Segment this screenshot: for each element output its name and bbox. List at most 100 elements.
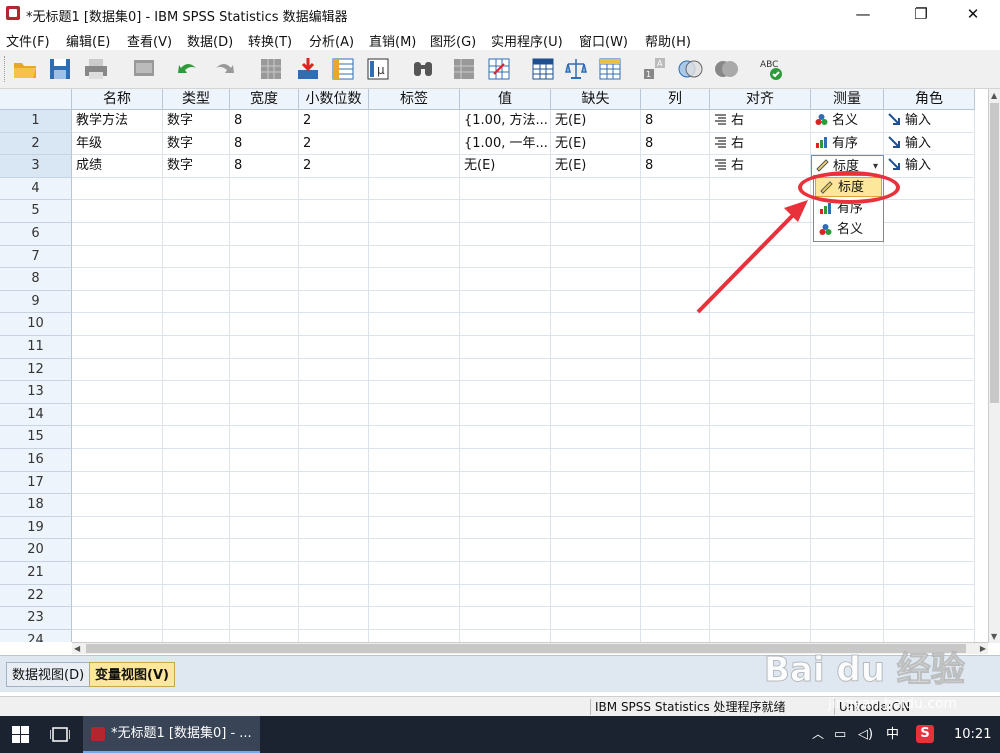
cell-type[interactable] [163,336,230,359]
cell-measure[interactable] [811,584,884,608]
cell-width[interactable] [230,629,299,642]
cell-type[interactable] [163,313,230,336]
row-header[interactable]: 15 [0,426,72,449]
menu-direct-marketing[interactable]: 直销(M) [369,31,416,50]
cell-width[interactable] [230,358,299,382]
cell-label[interactable] [369,471,460,495]
cell-label[interactable] [369,539,460,562]
cell-values[interactable] [460,539,551,562]
cell-width[interactable] [230,223,299,246]
cell-decimals[interactable] [299,290,369,314]
cell-measure[interactable] [811,290,884,314]
cell-columns[interactable]: 8 [641,155,710,178]
row-header[interactable]: 6 [0,223,72,246]
cell-values[interactable] [460,313,551,336]
cell-label[interactable] [369,516,460,540]
cell-type[interactable] [163,177,230,201]
cell-columns[interactable] [641,426,710,449]
column-header-columns[interactable]: 列 [641,89,710,110]
cell-missing[interactable] [551,562,641,585]
cell-name[interactable] [72,200,163,223]
cell-width[interactable] [230,584,299,608]
menu-view[interactable]: 查看(V) [127,31,172,50]
cell-align[interactable]: 右 [710,110,811,133]
split-file-icon[interactable] [530,56,556,82]
cell-width[interactable] [230,539,299,562]
cell-align[interactable] [710,449,811,472]
row-header[interactable]: 24 [0,629,72,642]
cell-role[interactable] [884,539,975,562]
cell-role[interactable] [884,494,975,517]
cell-columns[interactable] [641,358,710,382]
cell-missing[interactable] [551,313,641,336]
cell-missing[interactable] [551,539,641,562]
cell-name[interactable] [72,403,163,427]
cell-label[interactable] [369,584,460,608]
select-cases-icon[interactable] [597,56,623,82]
cell-type[interactable] [163,471,230,495]
cell-measure[interactable] [811,245,884,269]
cell-label[interactable] [369,245,460,269]
cell-label[interactable] [369,336,460,359]
redo-icon[interactable] [211,56,237,82]
cell-name[interactable] [72,336,163,359]
cell-values[interactable] [460,290,551,314]
tray-up-arrow-icon[interactable]: ︿ [812,716,824,753]
cell-width[interactable]: 8 [230,110,299,133]
menu-utilities[interactable]: 实用程序(U) [491,31,563,50]
cell-type[interactable]: 数字 [163,110,230,133]
cell-name[interactable] [72,449,163,472]
cell-align[interactable] [710,403,811,427]
cell-values[interactable] [460,200,551,223]
cell-measure[interactable] [811,607,884,630]
cell-columns[interactable] [641,336,710,359]
cell-missing[interactable] [551,268,641,291]
cell-missing[interactable] [551,177,641,201]
cell-name[interactable] [72,358,163,382]
cell-missing[interactable] [551,494,641,517]
cell-type[interactable] [163,223,230,246]
row-header[interactable]: 13 [0,381,72,404]
row-header[interactable]: 9 [0,290,72,314]
cell-values[interactable] [460,245,551,269]
row-header[interactable]: 16 [0,449,72,472]
cell-role[interactable] [884,516,975,540]
cell-width[interactable] [230,177,299,201]
cell-width[interactable] [230,313,299,336]
row-header[interactable]: 22 [0,584,72,608]
cell-decimals[interactable] [299,381,369,404]
row-header[interactable]: 3 [0,155,72,178]
cell-align[interactable] [710,562,811,585]
cell-missing[interactable] [551,449,641,472]
cell-columns[interactable] [641,584,710,608]
cell-align[interactable] [710,516,811,540]
cell-missing[interactable] [551,516,641,540]
cell-type[interactable] [163,584,230,608]
cell-role[interactable] [884,471,975,495]
cell-decimals[interactable] [299,494,369,517]
cell-measure[interactable]: 有序 [811,132,884,156]
cell-values[interactable] [460,494,551,517]
cell-label[interactable] [369,449,460,472]
cell-type[interactable] [163,449,230,472]
cell-measure[interactable] [811,381,884,404]
cell-values[interactable] [460,629,551,642]
cell-label[interactable] [369,155,460,178]
taskbar-spss-window[interactable]: *无标题1 [数据集0] - ... [83,716,260,753]
cell-decimals[interactable] [299,313,369,336]
row-header[interactable]: 18 [0,494,72,517]
cell-align[interactable] [710,607,811,630]
maximize-button[interactable]: ❐ [898,0,944,28]
cell-name[interactable] [72,177,163,201]
cell-role[interactable]: 输入 [884,155,975,178]
cell-width[interactable] [230,381,299,404]
cell-type[interactable] [163,200,230,223]
cell-values[interactable] [460,449,551,472]
row-header[interactable]: 21 [0,562,72,585]
cell-type[interactable]: 数字 [163,132,230,156]
cell-name[interactable]: 教学方法 [72,110,163,133]
cell-role[interactable] [884,381,975,404]
cell-missing[interactable] [551,358,641,382]
row-header[interactable]: 2 [0,132,72,156]
cell-width[interactable] [230,403,299,427]
